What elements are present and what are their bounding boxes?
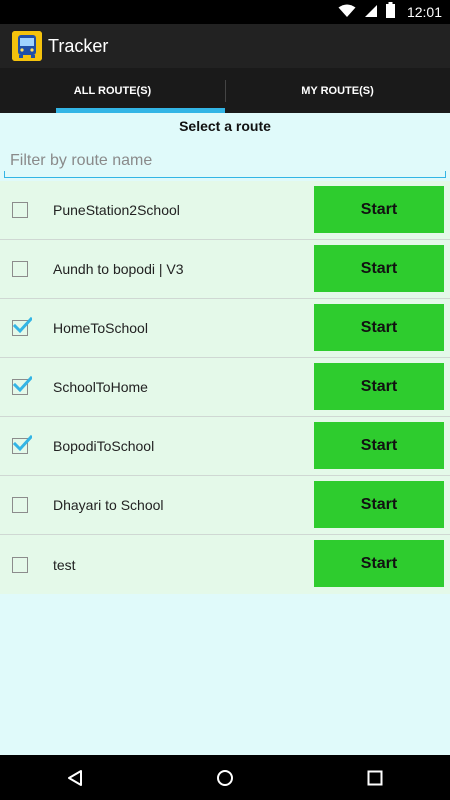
clock: 12:01 [406, 4, 442, 20]
route-row: Aundh to bopodi | V3 Start [0, 240, 450, 299]
route-checkbox[interactable] [12, 261, 28, 277]
route-row: PuneStation2School Start [0, 181, 450, 240]
checkmark-icon [12, 316, 32, 334]
route-name: PuneStation2School [53, 202, 180, 218]
route-row: test Start [0, 535, 450, 594]
tab-my-routes-label: MY ROUTE(S) [301, 84, 374, 97]
start-button[interactable]: Start [314, 363, 444, 410]
route-name: Dhayari to School [53, 497, 164, 513]
start-button[interactable]: Start [314, 422, 444, 469]
tab-all-routes-label: ALL ROUTE(S) [73, 84, 152, 97]
route-checkbox[interactable] [12, 556, 28, 573]
route-checkbox[interactable] [12, 497, 28, 513]
checkmark-icon [12, 375, 32, 393]
filter-input[interactable] [4, 146, 446, 176]
page-heading: Select a route [179, 118, 271, 134]
route-name: HomeToSchool [53, 320, 148, 336]
route-row: Dhayari to School Start [0, 476, 450, 535]
filter-field[interactable] [4, 146, 446, 178]
back-icon[interactable] [45, 755, 105, 800]
start-button[interactable]: Start [314, 481, 444, 528]
route-checkbox[interactable] [12, 375, 32, 395]
wifi-icon [338, 3, 356, 22]
start-button[interactable]: Start [314, 245, 444, 292]
home-icon[interactable] [195, 755, 255, 800]
action-bar: Tracker [0, 24, 450, 68]
bus-icon [12, 31, 42, 61]
start-button[interactable]: Start [314, 304, 444, 351]
route-checkbox[interactable] [12, 202, 28, 218]
status-bar: 12:01 [0, 0, 450, 24]
recents-icon[interactable] [345, 755, 405, 800]
tab-bar: ALL ROUTE(S) MY ROUTE(S) [0, 68, 450, 113]
route-list: PuneStation2School Start Aundh to bopodi… [0, 181, 450, 594]
tab-all-routes[interactable]: ALL ROUTE(S) [0, 68, 225, 113]
route-name: BopodiToSchool [53, 438, 155, 454]
route-checkbox[interactable] [12, 316, 32, 336]
signal-icon [364, 3, 378, 22]
main-content: Select a route PuneStation2School Start … [0, 113, 450, 755]
checkmark-icon [12, 434, 32, 452]
start-button[interactable]: Start [314, 186, 444, 233]
route-row: BopodiToSchool Start [0, 417, 450, 476]
route-name: test [53, 556, 76, 573]
route-name: Aundh to bopodi | V3 [53, 261, 184, 277]
route-row: HomeToSchool Start [0, 299, 450, 358]
navigation-bar [0, 755, 450, 800]
route-checkbox[interactable] [12, 434, 32, 454]
route-name: SchoolToHome [53, 379, 148, 395]
app-title: Tracker [48, 35, 109, 56]
battery-icon [385, 2, 395, 22]
start-button[interactable]: Start [314, 540, 444, 587]
tab-my-routes[interactable]: MY ROUTE(S) [225, 68, 450, 113]
route-row: SchoolToHome Start [0, 358, 450, 417]
